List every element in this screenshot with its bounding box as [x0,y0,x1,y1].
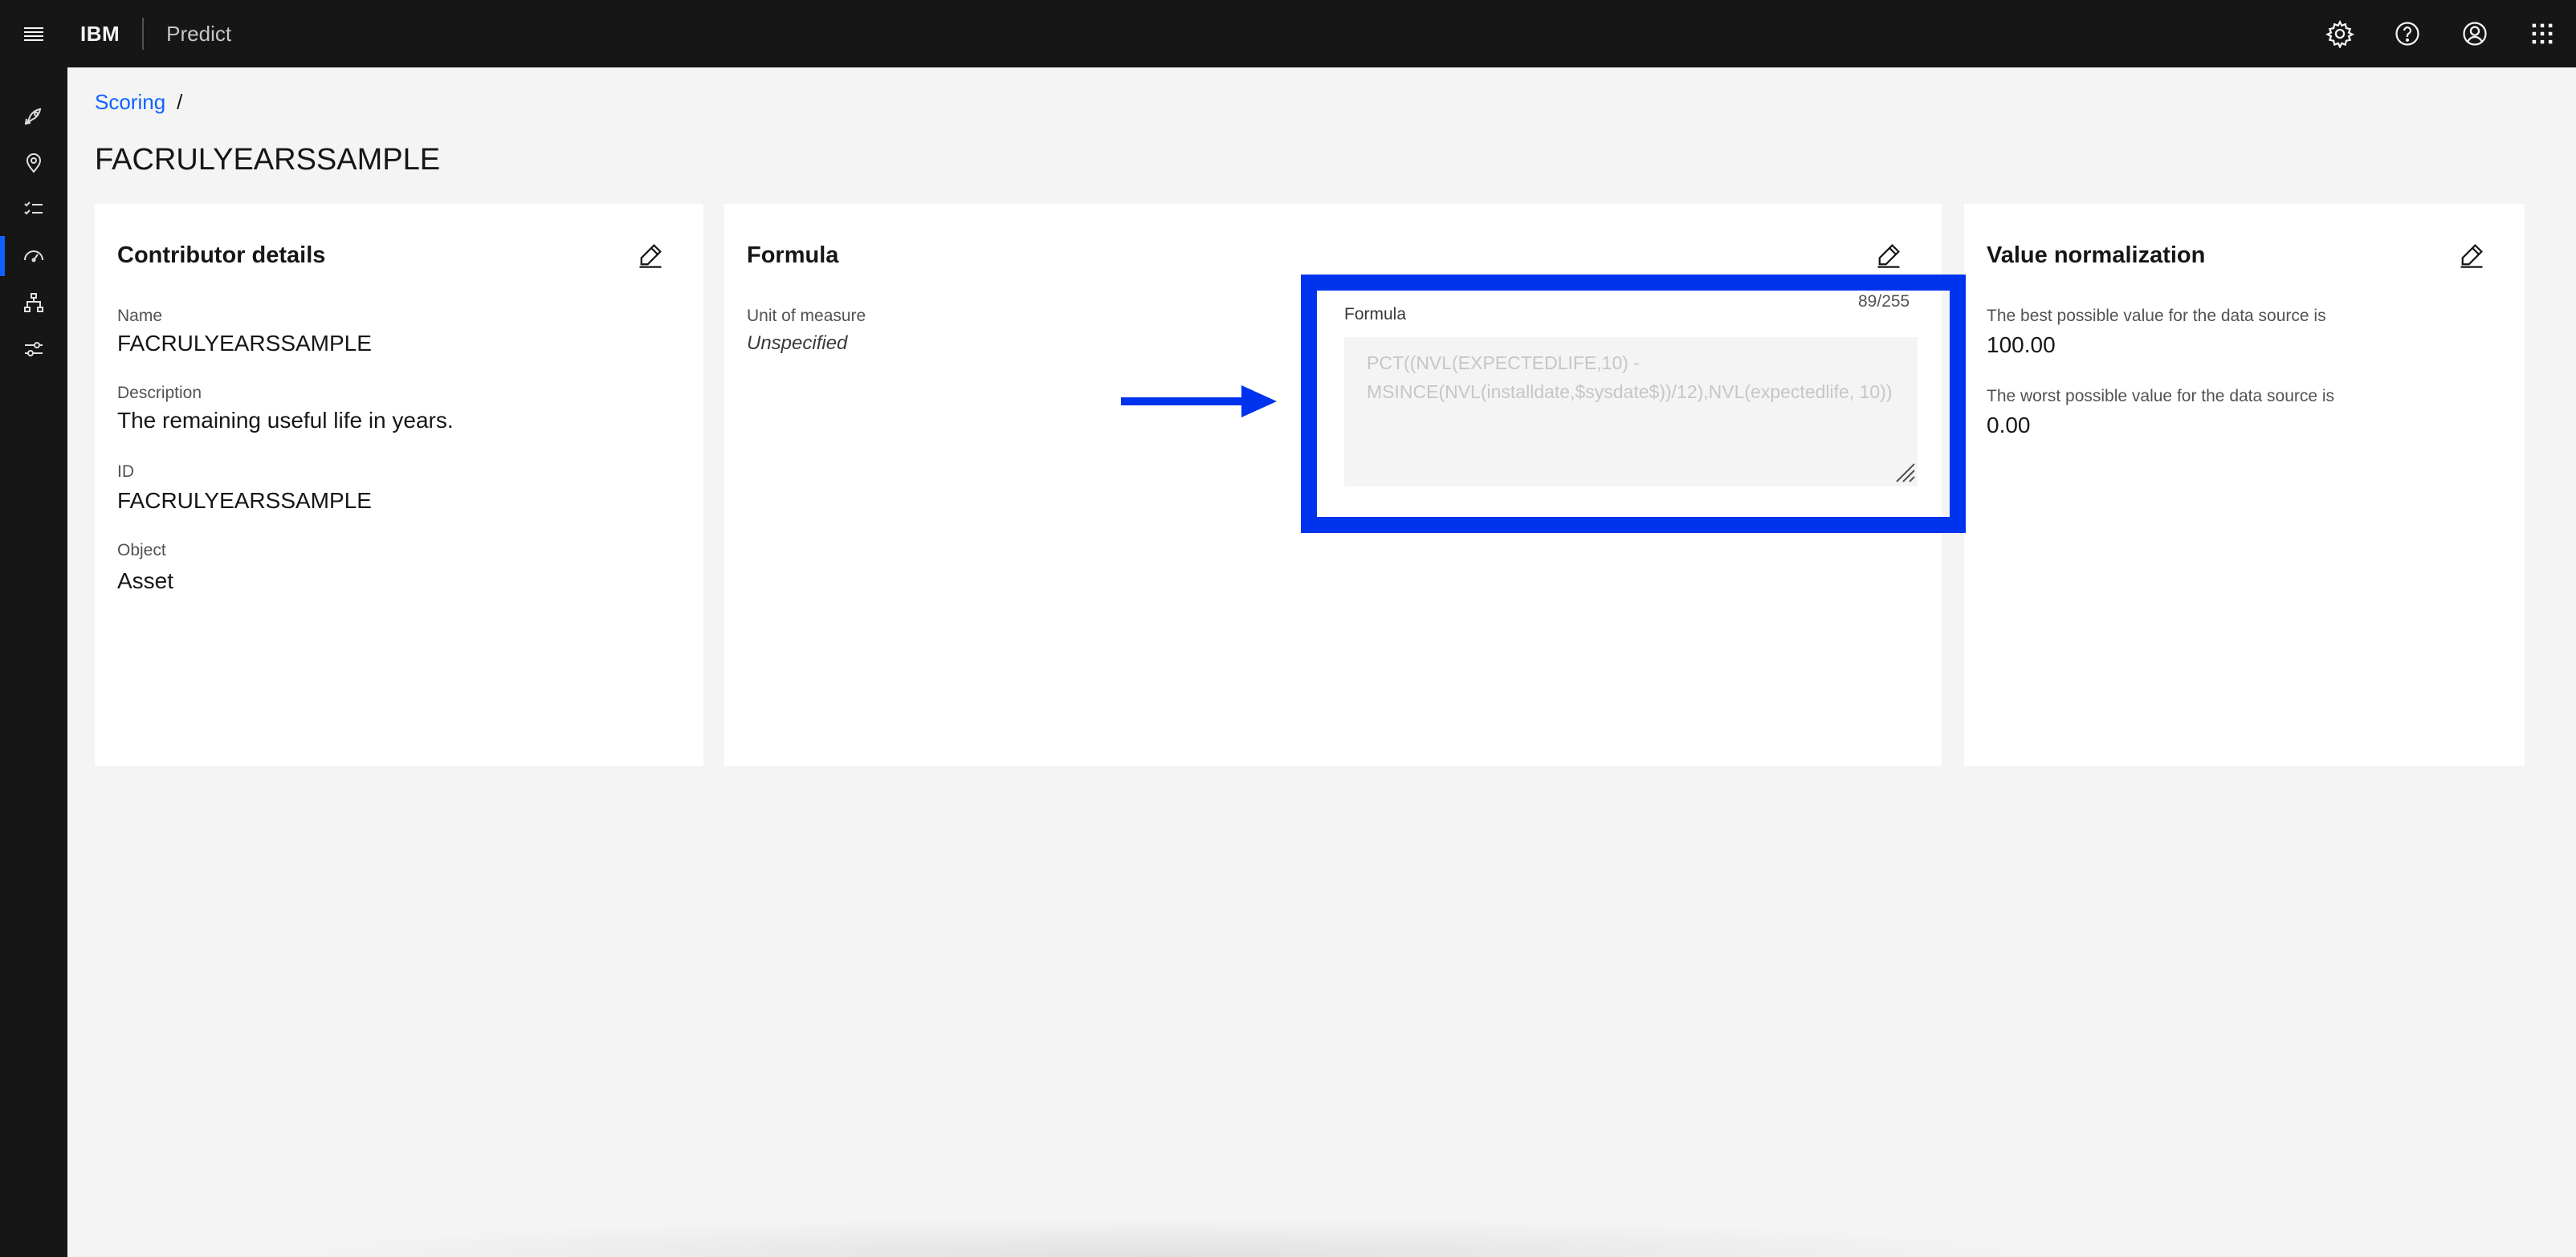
formula-field-label: Formula [1344,305,1407,323]
location-icon [26,153,42,173]
textarea-resize-handle[interactable] [1893,461,1916,483]
breadcrumb: Scoring / [95,90,182,115]
rocket-icon [24,108,42,125]
worst-value: 0.00 [1987,413,2031,437]
page-title: FACRULYEARSSAMPLE [95,143,441,177]
name-value: FACRULYEARSSAMPLE [117,331,372,356]
product-name[interactable]: Predict [166,22,231,47]
best-value-label: The best possible value for the data sou… [1987,307,2326,325]
user-avatar-icon[interactable] [2441,0,2509,67]
unit-of-measure-label: Unit of measure [747,307,866,325]
edit-formula-icon[interactable] [1873,239,1905,271]
checklist-icon [24,201,43,215]
sidenav-item-location[interactable] [0,140,67,186]
edit-normalization-icon[interactable] [2456,239,2488,271]
brand-name[interactable]: IBM [80,22,120,47]
value-normalization-card: Value normalization The best possible va… [1964,204,2525,766]
best-value: 100.00 [1987,332,2056,357]
formula-card-title: Formula [747,242,839,268]
description-label: Description [117,384,202,402]
sidenav-item-checklist[interactable] [0,186,67,233]
header-divider [142,18,145,50]
app-switcher-icon[interactable] [2509,0,2576,67]
breadcrumb-scoring-link[interactable]: Scoring [95,90,165,115]
object-label: Object [117,541,166,559]
worst-value-label: The worst possible value for the data so… [1987,387,2335,405]
sidenav-item-settings-adjust[interactable] [0,326,67,372]
dashboard-gauge-icon [24,250,43,262]
header-actions [2306,0,2576,67]
sidenav-item-dashboard[interactable] [0,233,67,279]
sidenav-item-hierarchy[interactable] [0,279,67,326]
hierarchy-icon [24,293,43,312]
description-value: The remaining useful life in years. [117,408,454,433]
hamburger-menu-icon[interactable] [0,0,67,67]
bottom-shadow [241,1217,2088,1257]
value-normalization-title: Value normalization [1987,242,2206,268]
contributor-details-card: Contributor details Name FACRULYEARSSAMP… [95,204,703,766]
top-header: IBM Predict [0,0,2576,67]
id-value: FACRULYEARSSAMPLE [117,488,372,513]
breadcrumb-separator: / [177,90,183,114]
settings-icon[interactable] [2306,0,2374,67]
edit-contributor-icon[interactable] [634,239,666,271]
settings-adjust-icon [25,342,43,356]
help-icon[interactable] [2374,0,2441,67]
id-label: ID [117,462,134,481]
formula-textarea[interactable]: PCT((NVL(EXPECTEDLIFE,10) - MSINCE(NVL(i… [1344,337,1918,486]
contributor-details-title: Contributor details [117,242,326,268]
formula-character-count: 89/255 [1858,292,1910,311]
unit-of-measure-value: Unspecified [747,332,848,354]
object-value: Asset [117,568,174,593]
name-label: Name [117,307,163,325]
side-navigation [0,67,67,1257]
pointer-arrow-icon [1121,385,1277,417]
sidenav-item-rocket[interactable] [0,93,67,140]
